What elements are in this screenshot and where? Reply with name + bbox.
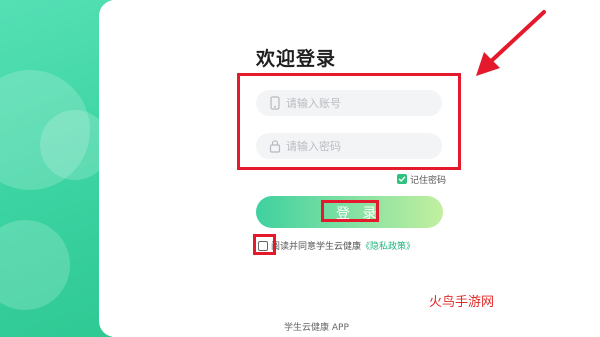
decorative-side-panel [0,0,112,337]
credentials-highlight-box [237,73,461,170]
agreement-checkbox-highlight-box [253,234,276,255]
watermark: 火鸟手游网 [429,295,495,310]
decorative-circle [0,220,70,310]
page-title: 欢迎登录 [256,48,337,70]
privacy-policy-link[interactable]: 《隐私政策》 [361,239,415,252]
remember-password-checkbox[interactable] [397,174,407,184]
remember-password[interactable]: 记住密码 [397,173,447,186]
footer-app-name: 学生云健康 APP [284,323,349,333]
agreement-row: 阅读并同意学生云健康 《隐私政策》 [258,239,415,252]
arrow-icon [476,10,546,76]
agreement-text: 阅读并同意学生云健康 [271,242,362,252]
login-button-label: 登 录 [336,206,381,222]
remember-password-label: 记住密码 [410,175,447,186]
check-icon [398,176,406,182]
